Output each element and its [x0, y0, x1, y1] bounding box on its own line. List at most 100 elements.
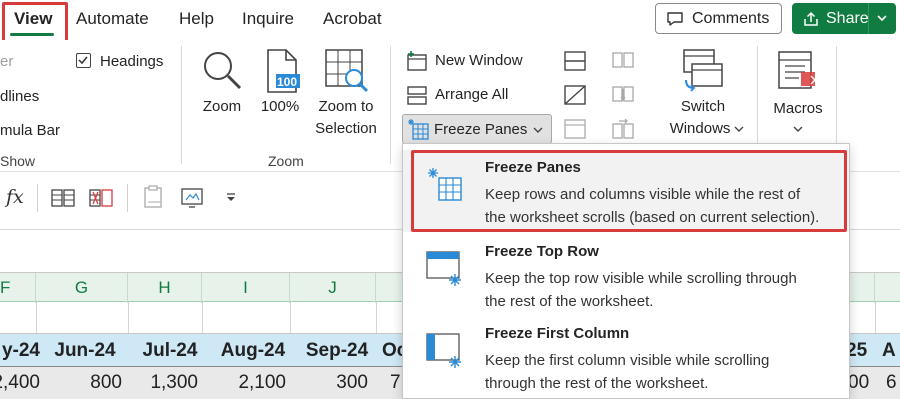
cell-value[interactable]: 00	[848, 367, 874, 399]
gridlines-option-partial[interactable]: dlines	[0, 88, 39, 105]
freeze-top-row-icon	[426, 251, 461, 286]
freeze-panes-label: Freeze Panes	[434, 121, 528, 138]
reset-window-position-icon[interactable]	[611, 118, 635, 140]
chevron-down-icon	[734, 126, 744, 132]
cell-value[interactable]: 1,300	[126, 367, 202, 399]
arrange-all-label: Arrange All	[435, 86, 509, 103]
headings-checkbox[interactable]	[76, 53, 91, 68]
zoom-selection-icon	[325, 49, 369, 93]
menu-item-description: Keep the first column visible while scro…	[485, 352, 770, 369]
comments-button[interactable]: Comments	[655, 3, 782, 34]
new-window-icon	[407, 51, 427, 71]
headings-label: Headings	[100, 53, 164, 70]
toolbar-separator	[37, 184, 38, 212]
zoom-to-selection-button[interactable]: Zoom to Selection	[310, 48, 382, 140]
share-divider	[868, 3, 869, 34]
column-header-partial[interactable]	[850, 273, 875, 303]
comment-icon	[667, 11, 683, 26]
cell-value[interactable]: 300	[290, 367, 372, 399]
tab-view-highlight-box	[2, 2, 68, 44]
tab-automate[interactable]: Automate	[76, 9, 149, 29]
cell-month-jul[interactable]: Jul-24	[130, 334, 210, 368]
freeze-first-column-icon	[426, 333, 461, 368]
menu-item-description: through the rest of the worksheet.	[485, 375, 709, 392]
column-header-g[interactable]: G	[36, 273, 128, 303]
share-button[interactable]: Share	[792, 3, 896, 34]
cell-value[interactable]: 800	[44, 367, 126, 399]
column-header-j[interactable]: J	[290, 273, 376, 303]
column-header-h[interactable]: H	[128, 273, 202, 303]
synchronous-scrolling-icon[interactable]	[611, 84, 635, 106]
zoom-group-label: Zoom	[268, 153, 304, 169]
comments-label: Comments	[692, 9, 770, 27]
cell-month-jun[interactable]: Jun-24	[40, 334, 130, 368]
show-group-label: Show	[0, 153, 36, 169]
zoom-to-selection-label-line1: Zoom to	[318, 98, 374, 115]
grid-line	[290, 302, 291, 333]
delete-columns-icon[interactable]	[88, 187, 114, 209]
paste-values-icon[interactable]	[142, 185, 166, 211]
menu-item-description: Keep the top row visible while scrolling…	[485, 270, 797, 287]
page-100-icon-text: 100	[277, 75, 298, 89]
grid-line	[875, 302, 876, 333]
insert-function-icon[interactable]: fx	[6, 186, 24, 208]
freeze-panes-highlight-box	[411, 150, 847, 232]
new-window-label: New Window	[435, 52, 523, 69]
cell-month-may[interactable]: y-24	[0, 334, 40, 368]
grid-line	[128, 302, 129, 333]
menu-item-title: Freeze First Column	[485, 325, 630, 342]
column-header-i[interactable]: I	[202, 273, 290, 303]
ribbon-tab-bar: View Automate Help Inquire Acrobat Comme…	[0, 0, 900, 44]
zoom-100-button[interactable]: 100 100%	[256, 48, 304, 120]
chevron-down-icon	[793, 126, 803, 132]
freeze-panes-button[interactable]: Freeze Panes	[402, 114, 552, 144]
cell-value[interactable]: 6	[886, 367, 900, 399]
menu-item-title: Freeze Top Row	[485, 243, 599, 260]
switch-windows-button[interactable]: Switch Windows	[658, 48, 748, 140]
cell-value[interactable]: 2,100	[202, 367, 290, 399]
switch-windows-label-line1: Switch	[680, 98, 726, 115]
freeze-panes-icon	[408, 119, 429, 140]
split-icon[interactable]	[563, 50, 587, 72]
chevron-down-icon[interactable]	[876, 9, 888, 27]
group-separator	[390, 46, 391, 164]
menu-item-description: the rest of the worksheet.	[485, 293, 654, 310]
macros-button[interactable]: Macros	[766, 48, 830, 140]
checkmark-icon	[78, 56, 88, 65]
toolbar-separator	[127, 184, 128, 212]
unhide-window-icon[interactable]	[563, 118, 587, 140]
switch-windows-icon	[683, 49, 723, 92]
view-side-by-side-icon[interactable]	[611, 50, 635, 72]
cell-month-aug[interactable]: Aug-24	[210, 334, 296, 368]
freeze-columns-icon[interactable]	[50, 187, 76, 209]
zoom-to-selection-label-line2: Selection	[315, 120, 377, 137]
cell-month-partial-a[interactable]: A	[882, 334, 900, 368]
macros-label: Macros	[773, 100, 823, 117]
switch-windows-label-line2: Windows	[669, 120, 731, 137]
tab-help[interactable]: Help	[179, 9, 214, 29]
formula-bar-option-partial[interactable]: mula Bar	[0, 122, 60, 139]
grid-line	[202, 302, 203, 333]
tab-acrobat[interactable]: Acrobat	[323, 9, 382, 29]
column-header-f[interactable]: F	[0, 273, 36, 303]
grid-line	[376, 302, 377, 333]
zoom-label: Zoom	[202, 98, 242, 115]
magnifier-icon	[204, 52, 242, 90]
chevron-down-icon	[533, 127, 543, 133]
cell-month-sep[interactable]: Sep-24	[296, 334, 378, 368]
macros-icon	[778, 51, 816, 89]
cell-value[interactable]: 2,400	[0, 367, 44, 399]
arrange-all-button[interactable]: Arrange All	[406, 84, 536, 108]
freeze-panes-menu: Freeze Panes Keep rows and columns visib…	[402, 143, 850, 399]
tab-inquire[interactable]: Inquire	[242, 9, 294, 29]
menu-item-freeze-first-column[interactable]: Freeze First Column Keep the first colum…	[403, 316, 849, 398]
ruler-option-partial[interactable]: er	[0, 53, 13, 70]
screen-capture-icon[interactable]	[180, 186, 206, 210]
customize-toolbar-icon[interactable]	[224, 191, 238, 205]
new-window-button[interactable]: New Window	[406, 50, 536, 74]
zoom-button[interactable]: Zoom	[194, 48, 250, 120]
menu-item-freeze-top-row[interactable]: Freeze Top Row Keep the top row visible …	[403, 234, 849, 316]
share-label: Share	[826, 9, 869, 27]
hide-window-icon[interactable]	[563, 84, 587, 106]
grid-line	[36, 302, 37, 333]
